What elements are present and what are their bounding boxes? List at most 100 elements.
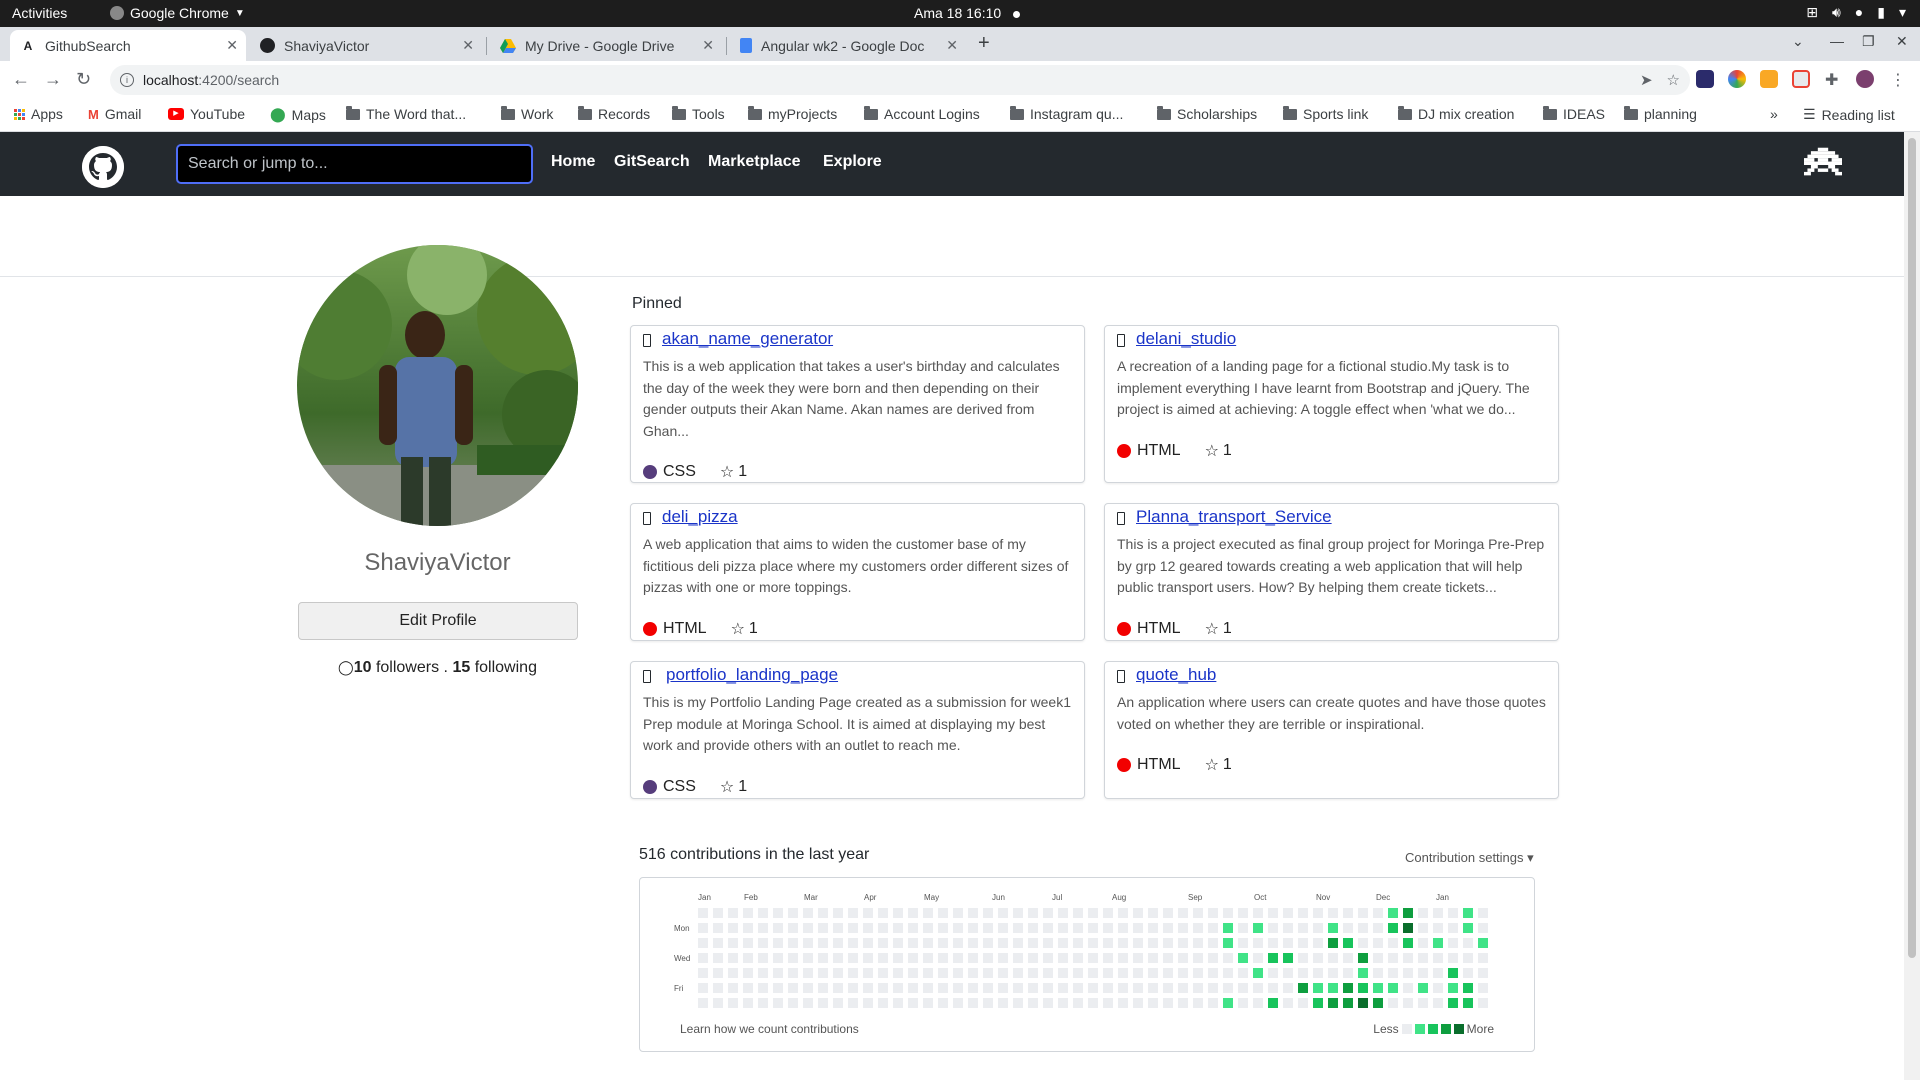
contribution-day-cell[interactable]	[923, 968, 933, 978]
contribution-day-cell[interactable]	[1118, 908, 1128, 918]
chrome-menu-icon[interactable]: ⋮	[1890, 70, 1908, 89]
contribution-day-cell[interactable]	[728, 983, 738, 993]
contribution-day-cell[interactable]	[803, 923, 813, 933]
contribution-day-cell[interactable]	[758, 998, 768, 1008]
contribution-day-cell[interactable]	[743, 968, 753, 978]
contribution-day-cell[interactable]	[1253, 908, 1263, 918]
contribution-day-cell[interactable]	[1163, 938, 1173, 948]
contribution-day-cell[interactable]	[1343, 908, 1353, 918]
contribution-day-cell[interactable]	[1343, 983, 1353, 993]
contribution-day-cell[interactable]	[1103, 923, 1113, 933]
contribution-day-cell[interactable]	[1238, 938, 1248, 948]
contribution-day-cell[interactable]	[1163, 983, 1173, 993]
system-tray[interactable]: ⊞ 🔊︎ ● ▮ ▾	[1806, 4, 1906, 21]
contribution-day-cell[interactable]	[1253, 938, 1263, 948]
contribution-day-cell[interactable]	[1328, 923, 1338, 933]
contribution-day-cell[interactable]	[1193, 998, 1203, 1008]
contribution-day-cell[interactable]	[1133, 983, 1143, 993]
contribution-day-cell[interactable]	[998, 998, 1008, 1008]
contribution-day-cell[interactable]	[983, 998, 993, 1008]
bookmark-folder[interactable]: myProjects	[748, 105, 837, 122]
contribution-day-cell[interactable]	[1283, 998, 1293, 1008]
contribution-day-cell[interactable]	[788, 923, 798, 933]
contribution-day-cell[interactable]	[1058, 968, 1068, 978]
contribution-day-cell[interactable]	[848, 953, 858, 963]
contribution-day-cell[interactable]	[1208, 983, 1218, 993]
scrollbar-thumb[interactable]	[1908, 138, 1916, 958]
contribution-day-cell[interactable]	[698, 983, 708, 993]
contribution-day-cell[interactable]	[1133, 953, 1143, 963]
contribution-day-cell[interactable]	[893, 908, 903, 918]
contribution-day-cell[interactable]	[878, 998, 888, 1008]
contribution-day-cell[interactable]	[758, 908, 768, 918]
contribution-day-cell[interactable]	[1013, 983, 1023, 993]
contribution-day-cell[interactable]	[1418, 938, 1428, 948]
contribution-day-cell[interactable]	[1103, 983, 1113, 993]
repo-name-link[interactable]: quote_hub	[1136, 665, 1216, 685]
contribution-day-cell[interactable]	[1178, 953, 1188, 963]
contribution-day-cell[interactable]	[1208, 968, 1218, 978]
contribution-day-cell[interactable]	[818, 908, 828, 918]
contribution-day-cell[interactable]	[1118, 983, 1128, 993]
contribution-day-cell[interactable]	[728, 908, 738, 918]
contribution-day-cell[interactable]	[1388, 998, 1398, 1008]
contribution-day-cell[interactable]	[1478, 938, 1488, 948]
contribution-day-cell[interactable]	[728, 938, 738, 948]
contribution-day-cell[interactable]	[1148, 953, 1158, 963]
contribution-day-cell[interactable]	[923, 953, 933, 963]
contribution-day-cell[interactable]	[1163, 908, 1173, 918]
bookmark-folder[interactable]: Tools	[672, 105, 725, 122]
contribution-day-cell[interactable]	[1388, 938, 1398, 948]
contribution-day-cell[interactable]	[1073, 923, 1083, 933]
contribution-day-cell[interactable]	[833, 908, 843, 918]
contribution-day-cell[interactable]	[1388, 983, 1398, 993]
contribution-day-cell[interactable]	[1178, 968, 1188, 978]
contribution-day-cell[interactable]	[788, 908, 798, 918]
contribution-day-cell[interactable]	[1373, 908, 1383, 918]
minimize-icon[interactable]: —	[1830, 33, 1844, 49]
contribution-day-cell[interactable]	[998, 908, 1008, 918]
contribution-day-cell[interactable]	[1298, 908, 1308, 918]
contribution-day-cell[interactable]	[1268, 953, 1278, 963]
contribution-day-cell[interactable]	[1388, 968, 1398, 978]
extensions-puzzle-icon[interactable]: ✚	[1825, 70, 1843, 89]
contribution-day-cell[interactable]	[1088, 968, 1098, 978]
close-tab-icon[interactable]: ✕	[946, 37, 958, 54]
contribution-day-cell[interactable]	[998, 968, 1008, 978]
contribution-day-cell[interactable]	[1373, 983, 1383, 993]
contribution-day-cell[interactable]	[998, 983, 1008, 993]
contribution-day-cell[interactable]	[1268, 908, 1278, 918]
contribution-day-cell[interactable]	[1343, 968, 1353, 978]
contribution-day-cell[interactable]	[908, 908, 918, 918]
contribution-day-cell[interactable]	[1133, 998, 1143, 1008]
contribution-day-cell[interactable]	[1268, 938, 1278, 948]
page-scrollbar[interactable]	[1904, 132, 1920, 1080]
contribution-day-cell[interactable]	[893, 923, 903, 933]
contribution-day-cell[interactable]	[1133, 908, 1143, 918]
contribution-day-cell[interactable]	[758, 983, 768, 993]
contribution-day-cell[interactable]	[983, 923, 993, 933]
extension-badge-icon[interactable]	[1792, 70, 1810, 88]
contribution-day-cell[interactable]	[1013, 923, 1023, 933]
contribution-day-cell[interactable]	[878, 923, 888, 933]
repo-name-link[interactable]: delani_studio	[1136, 329, 1236, 349]
contribution-day-cell[interactable]	[1373, 938, 1383, 948]
contribution-day-cell[interactable]	[803, 908, 813, 918]
contribution-day-cell[interactable]	[1253, 968, 1263, 978]
contribution-day-cell[interactable]	[1043, 908, 1053, 918]
contribution-day-cell[interactable]	[1478, 968, 1488, 978]
contribution-day-cell[interactable]	[1163, 968, 1173, 978]
extension-color-icon[interactable]	[1728, 70, 1746, 88]
contribution-day-cell[interactable]	[1043, 953, 1053, 963]
contribution-day-cell[interactable]	[743, 908, 753, 918]
contribution-day-cell[interactable]	[983, 938, 993, 948]
contribution-day-cell[interactable]	[923, 923, 933, 933]
contribution-day-cell[interactable]	[968, 968, 978, 978]
contribution-day-cell[interactable]	[1178, 998, 1188, 1008]
bookmark-folder[interactable]: planning	[1624, 105, 1697, 122]
contribution-day-cell[interactable]	[938, 983, 948, 993]
contribution-day-cell[interactable]	[878, 908, 888, 918]
contribution-day-cell[interactable]	[908, 968, 918, 978]
contribution-day-cell[interactable]	[1043, 983, 1053, 993]
contribution-day-cell[interactable]	[1238, 983, 1248, 993]
